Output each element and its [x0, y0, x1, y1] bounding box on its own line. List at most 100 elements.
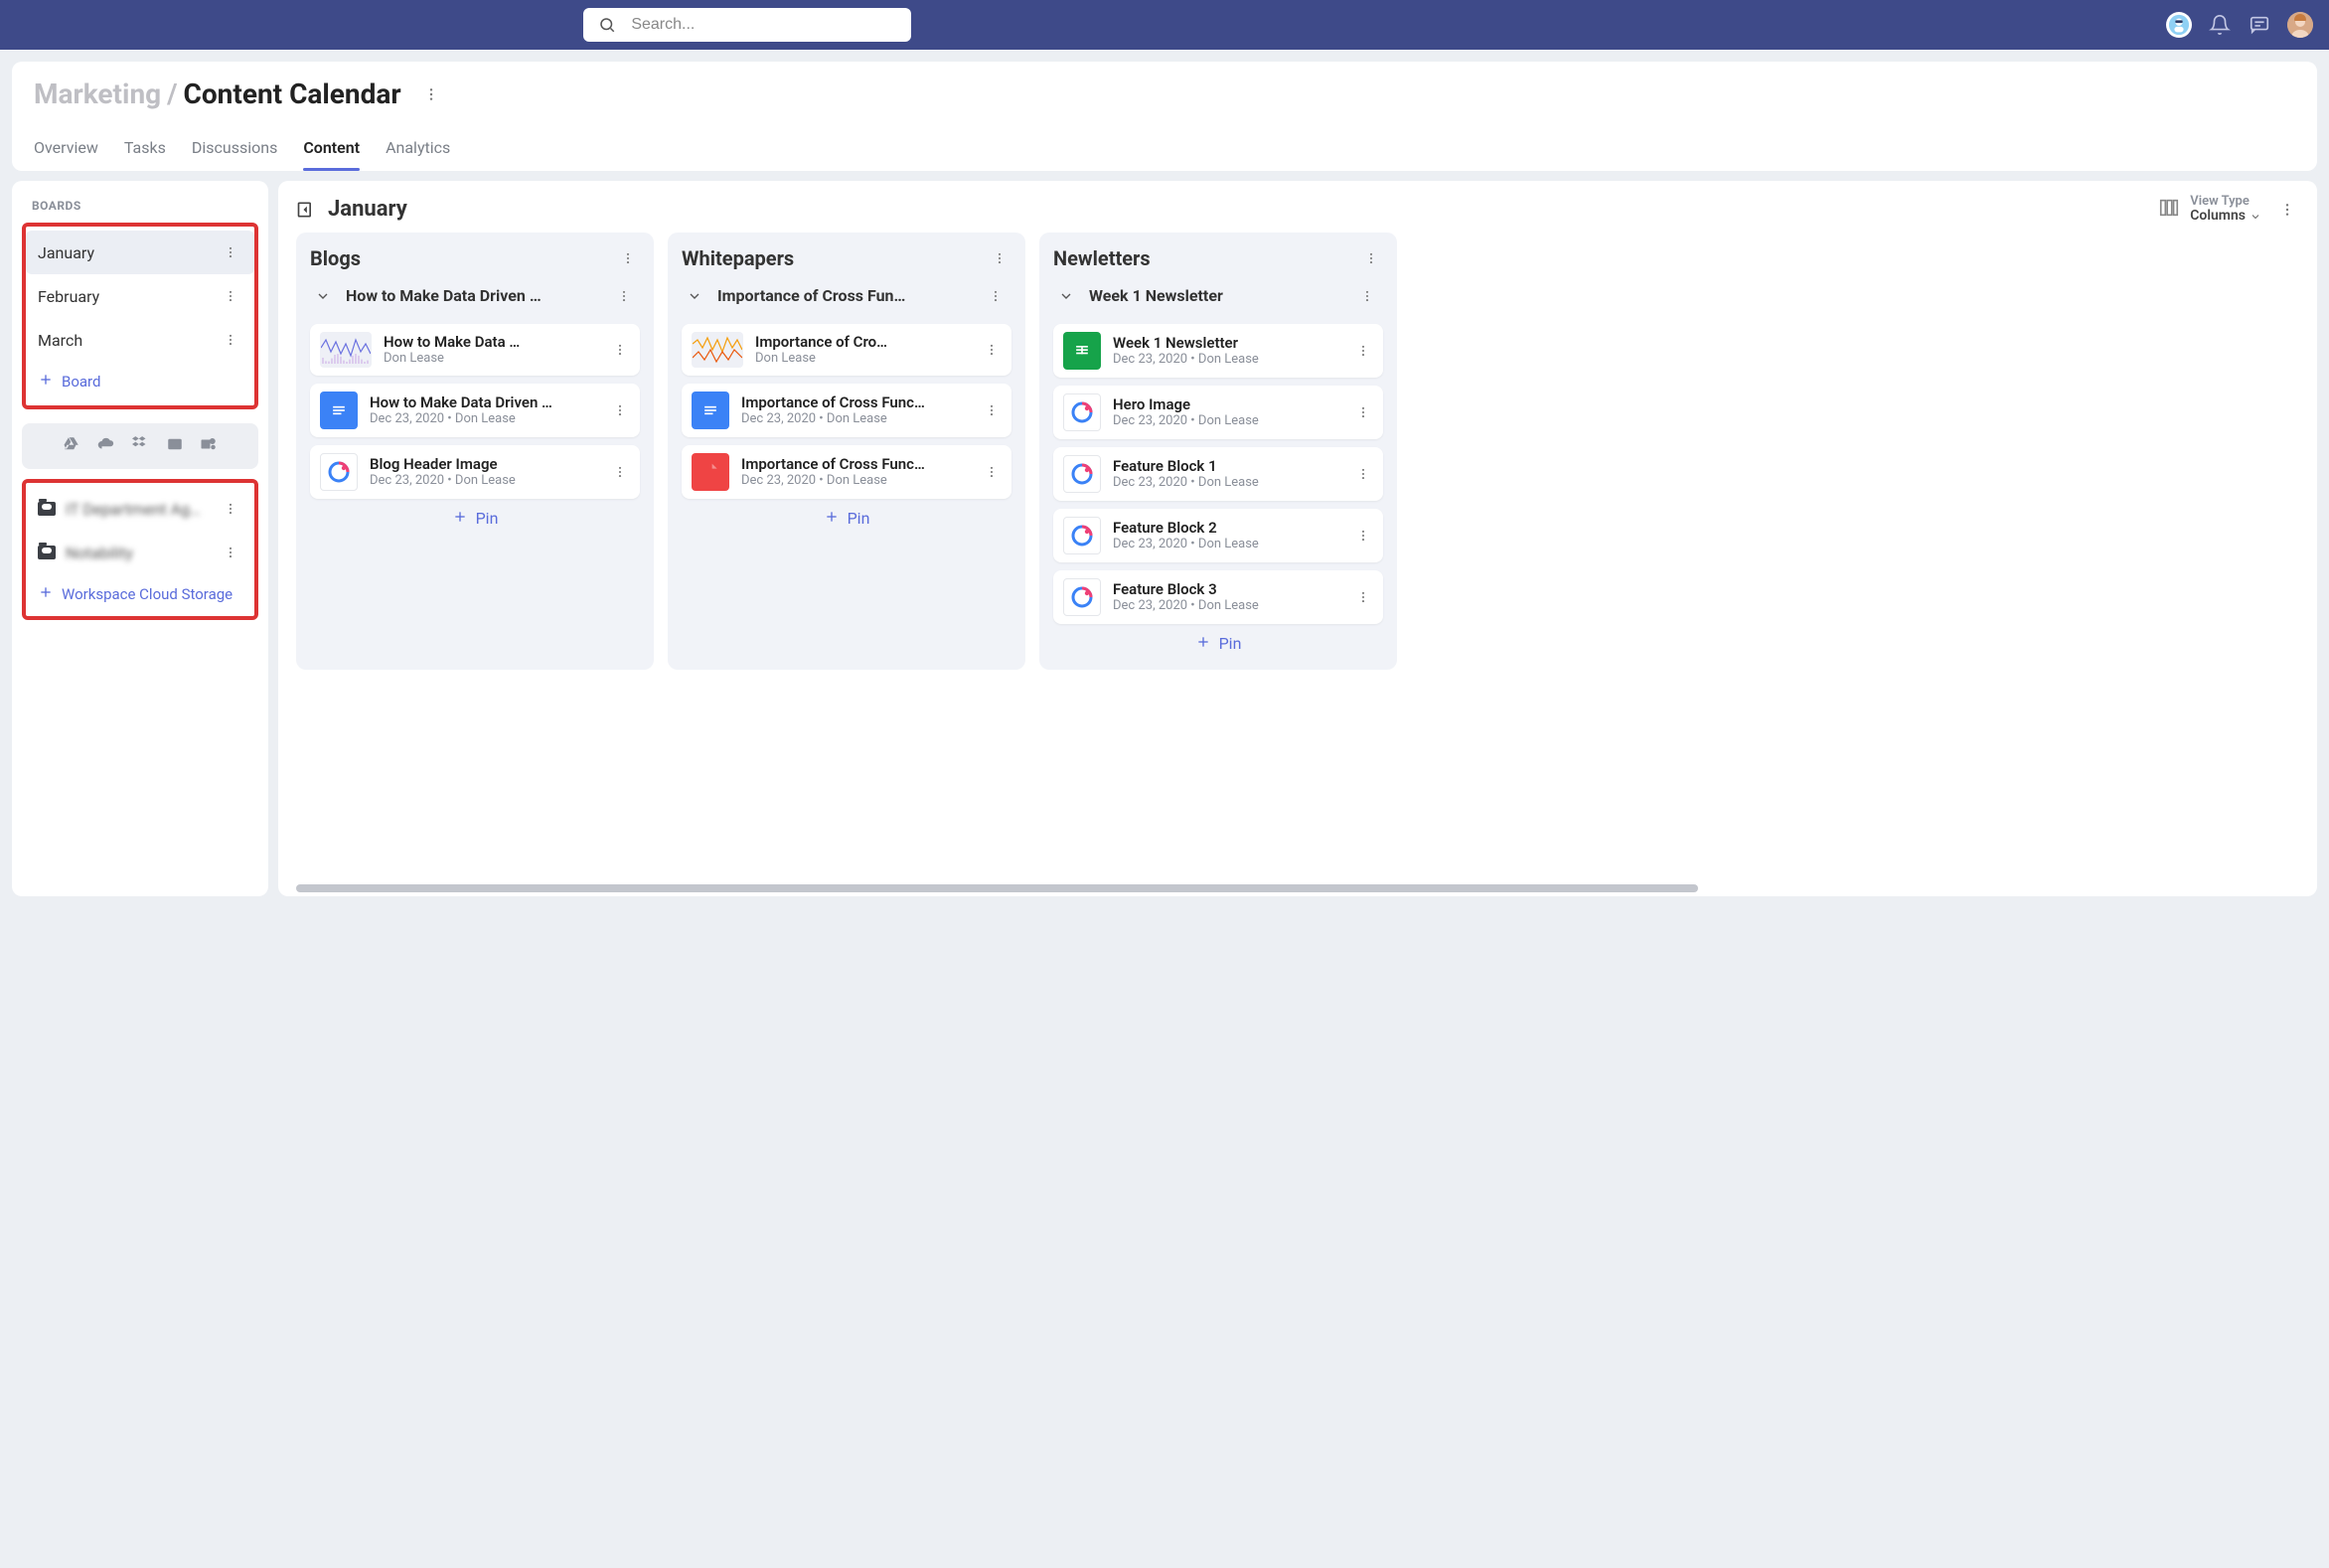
content-card[interactable]: Feature Block 2Dec 23, 2020 • Don Lease [1053, 509, 1383, 562]
horizontal-scrollbar[interactable] [296, 884, 2299, 892]
chat-icon[interactable] [2248, 13, 2271, 37]
dropbox-icon[interactable] [132, 435, 150, 457]
column-more-icon[interactable] [1359, 246, 1383, 270]
chevron-down-icon[interactable] [1057, 287, 1075, 305]
card-title: Hero Image [1113, 395, 1339, 413]
card-more-icon[interactable] [980, 338, 1004, 362]
tab-analytics[interactable]: Analytics [386, 128, 450, 171]
cloud-folder-item[interactable]: Notability [26, 531, 254, 574]
card-more-icon[interactable] [1351, 524, 1375, 548]
app-icon [1063, 578, 1101, 616]
cloud-folder-item[interactable]: IT Department Ag… [26, 487, 254, 531]
column-title: Whitepapers [682, 246, 794, 270]
chart-thumbnail-icon [692, 332, 743, 368]
assistant-avatar[interactable] [2166, 12, 2192, 38]
breadcrumb-parent[interactable]: Marketing [34, 78, 161, 110]
box-icon[interactable] [166, 435, 184, 457]
card-more-icon[interactable] [980, 398, 1004, 422]
group-more-icon[interactable] [984, 284, 1008, 308]
content-card[interactable]: Feature Block 3Dec 23, 2020 • Don Lease [1053, 570, 1383, 624]
content-card[interactable]: How to Make Data …Don Lease [310, 324, 640, 376]
content-card[interactable]: Importance of Cro…Don Lease [682, 324, 1011, 376]
board-item-more-icon[interactable] [219, 284, 242, 308]
board-item-february[interactable]: February [26, 274, 254, 318]
app-icon [320, 453, 358, 491]
add-board-button[interactable]: Board [26, 362, 254, 401]
board-more-icon[interactable] [2275, 198, 2299, 222]
card-more-icon[interactable] [1351, 585, 1375, 609]
add-cloud-storage-button[interactable]: Workspace Cloud Storage [26, 574, 254, 614]
chevron-down-icon[interactable] [686, 287, 703, 305]
board-item-march[interactable]: March [26, 318, 254, 362]
sidebar: BOARDS JanuaryFebruaryMarchBoard IT Depa… [12, 181, 268, 896]
board-title: January [328, 197, 407, 222]
google-drive-icon[interactable] [63, 435, 80, 457]
card-more-icon[interactable] [608, 460, 632, 484]
app-icon [1063, 455, 1101, 493]
content-card[interactable]: Blog Header ImageDec 23, 2020 • Don Leas… [310, 445, 640, 499]
app-icon [1063, 517, 1101, 554]
bell-icon[interactable] [2208, 13, 2232, 37]
pin-button[interactable]: Pin [682, 509, 1011, 529]
card-meta: Dec 23, 2020 • Don Lease [1113, 537, 1339, 551]
plus-icon [452, 509, 468, 529]
breadcrumb: Marketing / Content Calendar [34, 78, 401, 110]
card-title: Blog Header Image [370, 455, 596, 473]
page-more-icon[interactable] [419, 82, 443, 106]
card-meta: Dec 23, 2020 • Don Lease [741, 473, 968, 488]
sharepoint-icon[interactable] [200, 435, 218, 457]
card-title: Feature Block 3 [1113, 580, 1339, 598]
column-title: Newletters [1053, 246, 1151, 270]
search-input[interactable] [629, 15, 899, 35]
card-title: Week 1 Newsletter [1113, 334, 1339, 352]
chevron-down-icon[interactable] [314, 287, 332, 305]
card-more-icon[interactable] [608, 338, 632, 362]
column-more-icon[interactable] [988, 246, 1011, 270]
board-item-january[interactable]: January [26, 231, 254, 274]
content-card[interactable]: How to Make Data Driven …Dec 23, 2020 • … [310, 384, 640, 437]
group-more-icon[interactable] [612, 284, 636, 308]
tab-overview[interactable]: Overview [34, 128, 98, 171]
top-bar [0, 0, 2329, 50]
content-card[interactable]: Week 1 NewsletterDec 23, 2020 • Don Leas… [1053, 324, 1383, 378]
board-item-more-icon[interactable] [219, 328, 242, 352]
group-title: Week 1 Newsletter [1089, 286, 1223, 305]
column-title: Blogs [310, 246, 361, 270]
onedrive-icon[interactable] [96, 435, 116, 457]
content-card[interactable]: Hero ImageDec 23, 2020 • Don Lease [1053, 386, 1383, 439]
search-box[interactable] [583, 8, 911, 42]
collapse-sidebar-icon[interactable] [296, 200, 316, 220]
folder-more-icon[interactable] [219, 541, 242, 564]
card-more-icon[interactable] [608, 398, 632, 422]
card-meta: Dec 23, 2020 • Don Lease [741, 411, 968, 426]
folder-more-icon[interactable] [219, 497, 242, 521]
user-avatar[interactable] [2287, 12, 2313, 38]
content-card[interactable]: Importance of Cross Func…Dec 23, 2020 • … [682, 384, 1011, 437]
pin-button[interactable]: Pin [310, 509, 640, 529]
group-more-icon[interactable] [1355, 284, 1379, 308]
tab-tasks[interactable]: Tasks [124, 128, 166, 171]
columns-container[interactable]: BlogsHow to Make Data Driven …How to Mak… [296, 233, 2299, 682]
card-more-icon[interactable] [1351, 339, 1375, 363]
tab-content[interactable]: Content [303, 128, 360, 171]
content-card[interactable]: Importance of Cross Func…Dec 23, 2020 • … [682, 445, 1011, 499]
column: NewlettersWeek 1 NewsletterWeek 1 Newsle… [1039, 233, 1397, 670]
card-meta: Dec 23, 2020 • Don Lease [1113, 475, 1339, 490]
board-item-more-icon[interactable] [219, 240, 242, 264]
page-title: Content Calendar [184, 78, 401, 110]
view-type-selector[interactable]: View Type Columns [2158, 195, 2261, 225]
card-meta: Dec 23, 2020 • Don Lease [1113, 598, 1339, 613]
column: BlogsHow to Make Data Driven …How to Mak… [296, 233, 654, 670]
view-type-label: View Type [2190, 195, 2261, 209]
tab-discussions[interactable]: Discussions [192, 128, 277, 171]
column: WhitepapersImportance of Cross Fun…Impor… [668, 233, 1025, 670]
card-meta: Dec 23, 2020 • Don Lease [370, 473, 596, 488]
folder-icon [38, 502, 56, 516]
card-more-icon[interactable] [1351, 400, 1375, 424]
card-more-icon[interactable] [980, 460, 1004, 484]
card-more-icon[interactable] [1351, 462, 1375, 486]
column-more-icon[interactable] [616, 246, 640, 270]
pdf-icon [692, 453, 729, 491]
content-card[interactable]: Feature Block 1Dec 23, 2020 • Don Lease [1053, 447, 1383, 501]
pin-button[interactable]: Pin [1053, 634, 1383, 654]
